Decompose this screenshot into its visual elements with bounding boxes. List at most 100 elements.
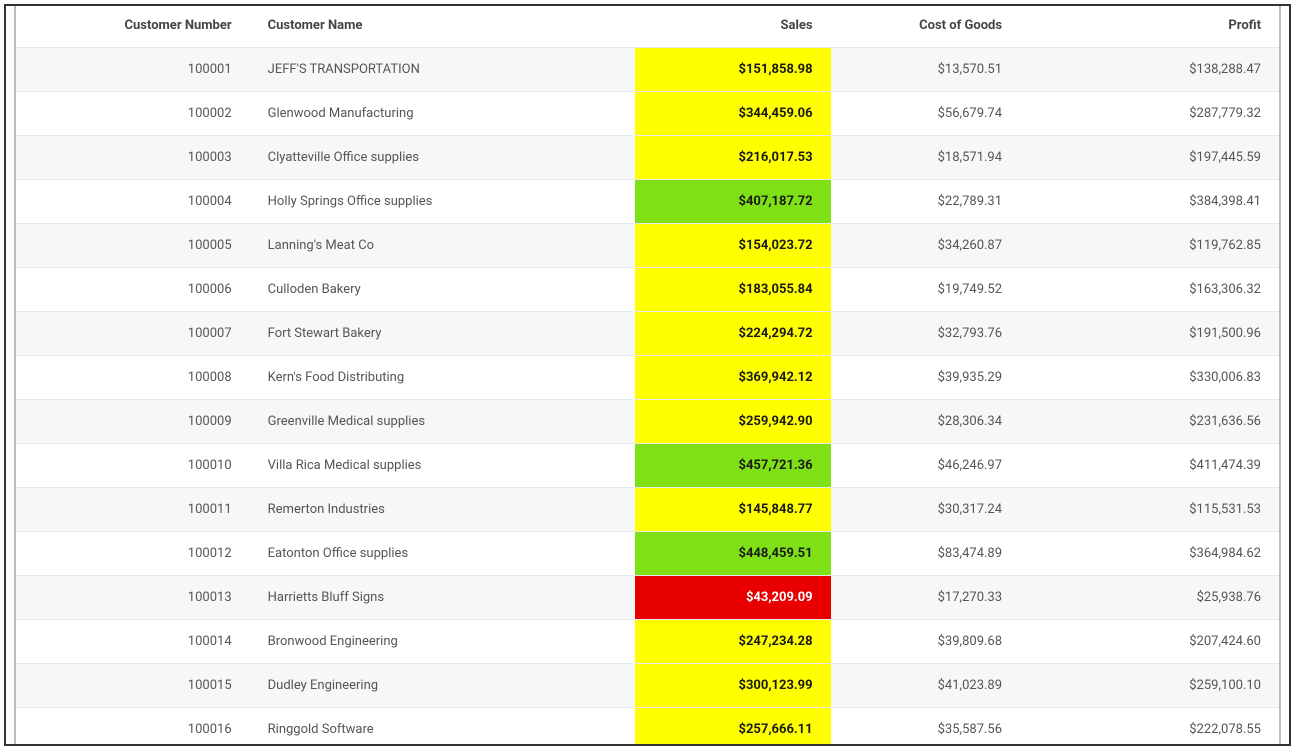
cell-customer-name: Glenwood Manufacturing [250,92,635,136]
cell-sales: $154,023.72 [635,224,831,268]
cell-profit: $207,424.60 [1020,620,1279,664]
cell-cost-of-goods: $28,306.34 [831,400,1020,444]
cell-cost-of-goods: $13,570.51 [831,48,1020,92]
table-row[interactable]: 100015Dudley Engineering$300,123.99$41,0… [16,664,1279,708]
cell-customer-name: Bronwood Engineering [250,620,635,664]
table-row[interactable]: 100003Clyatteville Office supplies$216,0… [16,136,1279,180]
col-header-cost-of-goods[interactable]: Cost of Goods [831,6,1020,48]
table-row[interactable]: 100010Villa Rica Medical supplies$457,72… [16,444,1279,488]
col-header-profit[interactable]: Profit [1020,6,1279,48]
cell-sales: $224,294.72 [635,312,831,356]
cell-sales: $183,055.84 [635,268,831,312]
table-row[interactable]: 100001JEFF'S TRANSPORTATION$151,858.98$1… [16,48,1279,92]
col-header-customer-name[interactable]: Customer Name [250,6,635,48]
cell-sales: $300,123.99 [635,664,831,708]
cell-sales: $247,234.28 [635,620,831,664]
table-row[interactable]: 100013Harrietts Bluff Signs$43,209.09$17… [16,576,1279,620]
report-frame-inner: Customer Number Customer Name Sales Cost… [14,6,1281,744]
cell-customer-number: 100016 [16,708,250,745]
cell-customer-number: 100005 [16,224,250,268]
cell-customer-name: Ringgold Software [250,708,635,745]
cell-sales: $216,017.53 [635,136,831,180]
col-header-customer-number[interactable]: Customer Number [16,6,250,48]
cell-profit: $411,474.39 [1020,444,1279,488]
report-scroll-area[interactable]: Customer Number Customer Name Sales Cost… [16,6,1279,744]
table-header-row: Customer Number Customer Name Sales Cost… [16,6,1279,48]
cell-customer-number: 100006 [16,268,250,312]
cell-cost-of-goods: $18,571.94 [831,136,1020,180]
cell-cost-of-goods: $83,474.89 [831,532,1020,576]
cell-cost-of-goods: $22,789.31 [831,180,1020,224]
cell-profit: $119,762.85 [1020,224,1279,268]
cell-customer-number: 100004 [16,180,250,224]
cell-sales: $369,942.12 [635,356,831,400]
cell-customer-name: Remerton Industries [250,488,635,532]
table-row[interactable]: 100012Eatonton Office supplies$448,459.5… [16,532,1279,576]
cell-profit: $364,984.62 [1020,532,1279,576]
cell-profit: $330,006.83 [1020,356,1279,400]
cell-customer-name: Greenville Medical supplies [250,400,635,444]
cell-sales: $257,666.11 [635,708,831,745]
cell-customer-number: 100002 [16,92,250,136]
cell-customer-name: JEFF'S TRANSPORTATION [250,48,635,92]
col-header-sales[interactable]: Sales [635,6,831,48]
cell-profit: $231,636.56 [1020,400,1279,444]
customer-sales-table: Customer Number Customer Name Sales Cost… [16,6,1279,744]
report-frame: Customer Number Customer Name Sales Cost… [4,4,1291,746]
cell-customer-name: Harrietts Bluff Signs [250,576,635,620]
cell-cost-of-goods: $34,260.87 [831,224,1020,268]
table-row[interactable]: 100006Culloden Bakery$183,055.84$19,749.… [16,268,1279,312]
cell-customer-name: Fort Stewart Bakery [250,312,635,356]
cell-cost-of-goods: $39,809.68 [831,620,1020,664]
table-row[interactable]: 100009Greenville Medical supplies$259,94… [16,400,1279,444]
cell-customer-name: Culloden Bakery [250,268,635,312]
table-row[interactable]: 100002Glenwood Manufacturing$344,459.06$… [16,92,1279,136]
cell-profit: $197,445.59 [1020,136,1279,180]
cell-cost-of-goods: $41,023.89 [831,664,1020,708]
cell-cost-of-goods: $39,935.29 [831,356,1020,400]
cell-customer-number: 100013 [16,576,250,620]
cell-cost-of-goods: $32,793.76 [831,312,1020,356]
cell-customer-number: 100008 [16,356,250,400]
cell-cost-of-goods: $56,679.74 [831,92,1020,136]
table-row[interactable]: 100014Bronwood Engineering$247,234.28$39… [16,620,1279,664]
table-body: 100001JEFF'S TRANSPORTATION$151,858.98$1… [16,48,1279,745]
cell-profit: $384,398.41 [1020,180,1279,224]
cell-profit: $222,078.55 [1020,708,1279,745]
cell-profit: $25,938.76 [1020,576,1279,620]
cell-sales: $457,721.36 [635,444,831,488]
cell-customer-number: 100001 [16,48,250,92]
table-row[interactable]: 100005Lanning's Meat Co$154,023.72$34,26… [16,224,1279,268]
cell-customer-number: 100012 [16,532,250,576]
cell-customer-name: Kern's Food Distributing [250,356,635,400]
table-row[interactable]: 100016Ringgold Software$257,666.11$35,58… [16,708,1279,745]
cell-customer-name: Lanning's Meat Co [250,224,635,268]
table-row[interactable]: 100008Kern's Food Distributing$369,942.1… [16,356,1279,400]
cell-sales: $43,209.09 [635,576,831,620]
cell-cost-of-goods: $17,270.33 [831,576,1020,620]
cell-cost-of-goods: $35,587.56 [831,708,1020,745]
cell-profit: $163,306.32 [1020,268,1279,312]
table-row[interactable]: 100004Holly Springs Office supplies$407,… [16,180,1279,224]
cell-profit: $259,100.10 [1020,664,1279,708]
cell-customer-name: Dudley Engineering [250,664,635,708]
cell-profit: $138,288.47 [1020,48,1279,92]
cell-profit: $115,531.53 [1020,488,1279,532]
cell-customer-number: 100011 [16,488,250,532]
table-row[interactable]: 100007Fort Stewart Bakery$224,294.72$32,… [16,312,1279,356]
cell-sales: $448,459.51 [635,532,831,576]
cell-customer-name: Eatonton Office supplies [250,532,635,576]
cell-customer-name: Holly Springs Office supplies [250,180,635,224]
cell-sales: $344,459.06 [635,92,831,136]
cell-sales: $259,942.90 [635,400,831,444]
cell-customer-name: Villa Rica Medical supplies [250,444,635,488]
cell-cost-of-goods: $19,749.52 [831,268,1020,312]
cell-customer-number: 100003 [16,136,250,180]
cell-customer-number: 100010 [16,444,250,488]
cell-customer-number: 100009 [16,400,250,444]
cell-sales: $407,187.72 [635,180,831,224]
table-row[interactable]: 100011Remerton Industries$145,848.77$30,… [16,488,1279,532]
cell-sales: $151,858.98 [635,48,831,92]
cell-customer-number: 100014 [16,620,250,664]
cell-customer-number: 100007 [16,312,250,356]
